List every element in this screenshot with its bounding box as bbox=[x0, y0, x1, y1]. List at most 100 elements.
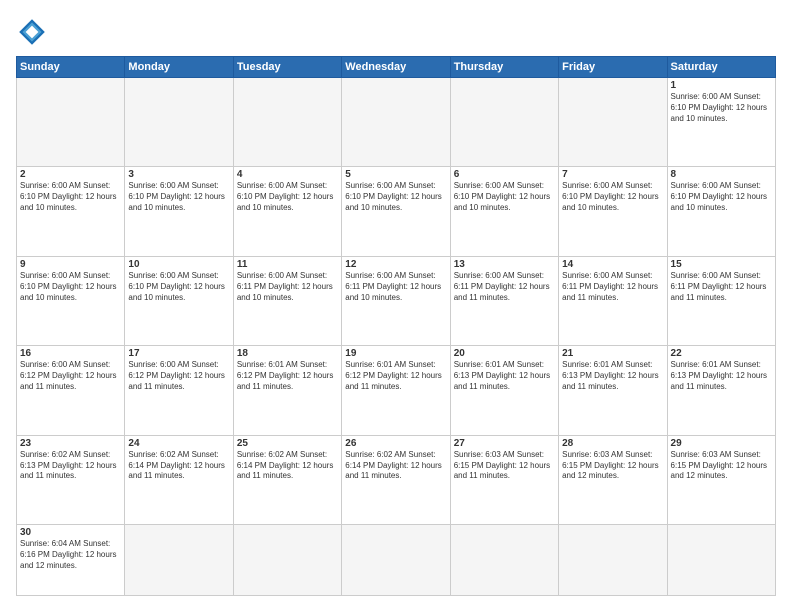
day-number: 18 bbox=[237, 348, 338, 359]
week-row-5: 23Sunrise: 6:02 AM Sunset: 6:13 PM Dayli… bbox=[17, 435, 776, 524]
day-cell: 20Sunrise: 6:01 AM Sunset: 6:13 PM Dayli… bbox=[450, 346, 558, 435]
day-info: Sunrise: 6:02 AM Sunset: 6:14 PM Dayligh… bbox=[345, 450, 446, 482]
day-info: Sunrise: 6:03 AM Sunset: 6:15 PM Dayligh… bbox=[454, 450, 555, 482]
day-number: 17 bbox=[128, 348, 229, 359]
day-cell bbox=[450, 78, 558, 167]
day-cell: 11Sunrise: 6:00 AM Sunset: 6:11 PM Dayli… bbox=[233, 256, 341, 345]
week-row-1: 1Sunrise: 6:00 AM Sunset: 6:10 PM Daylig… bbox=[17, 78, 776, 167]
day-info: Sunrise: 6:00 AM Sunset: 6:10 PM Dayligh… bbox=[671, 92, 772, 124]
day-cell: 25Sunrise: 6:02 AM Sunset: 6:14 PM Dayli… bbox=[233, 435, 341, 524]
weekday-header-tuesday: Tuesday bbox=[233, 57, 341, 78]
day-info: Sunrise: 6:01 AM Sunset: 6:13 PM Dayligh… bbox=[562, 360, 663, 392]
day-info: Sunrise: 6:03 AM Sunset: 6:15 PM Dayligh… bbox=[562, 450, 663, 482]
day-cell: 16Sunrise: 6:00 AM Sunset: 6:12 PM Dayli… bbox=[17, 346, 125, 435]
day-cell: 12Sunrise: 6:00 AM Sunset: 6:11 PM Dayli… bbox=[342, 256, 450, 345]
weekday-header-sunday: Sunday bbox=[17, 57, 125, 78]
day-info: Sunrise: 6:02 AM Sunset: 6:13 PM Dayligh… bbox=[20, 450, 121, 482]
weekday-header-row: SundayMondayTuesdayWednesdayThursdayFrid… bbox=[17, 57, 776, 78]
day-cell: 26Sunrise: 6:02 AM Sunset: 6:14 PM Dayli… bbox=[342, 435, 450, 524]
day-cell bbox=[559, 525, 667, 596]
day-number: 5 bbox=[345, 169, 446, 180]
day-cell: 5Sunrise: 6:00 AM Sunset: 6:10 PM Daylig… bbox=[342, 167, 450, 256]
weekday-header-monday: Monday bbox=[125, 57, 233, 78]
day-info: Sunrise: 6:00 AM Sunset: 6:11 PM Dayligh… bbox=[345, 271, 446, 303]
weekday-header-wednesday: Wednesday bbox=[342, 57, 450, 78]
day-cell bbox=[125, 78, 233, 167]
week-row-2: 2Sunrise: 6:00 AM Sunset: 6:10 PM Daylig… bbox=[17, 167, 776, 256]
day-info: Sunrise: 6:02 AM Sunset: 6:14 PM Dayligh… bbox=[128, 450, 229, 482]
calendar: SundayMondayTuesdayWednesdayThursdayFrid… bbox=[16, 56, 776, 596]
day-cell bbox=[125, 525, 233, 596]
day-cell: 3Sunrise: 6:00 AM Sunset: 6:10 PM Daylig… bbox=[125, 167, 233, 256]
day-number: 15 bbox=[671, 259, 772, 270]
day-cell: 14Sunrise: 6:00 AM Sunset: 6:11 PM Dayli… bbox=[559, 256, 667, 345]
week-row-4: 16Sunrise: 6:00 AM Sunset: 6:12 PM Dayli… bbox=[17, 346, 776, 435]
day-number: 27 bbox=[454, 438, 555, 449]
day-info: Sunrise: 6:00 AM Sunset: 6:10 PM Dayligh… bbox=[345, 181, 446, 213]
day-cell bbox=[667, 525, 775, 596]
day-cell: 23Sunrise: 6:02 AM Sunset: 6:13 PM Dayli… bbox=[17, 435, 125, 524]
weekday-header-thursday: Thursday bbox=[450, 57, 558, 78]
day-info: Sunrise: 6:00 AM Sunset: 6:10 PM Dayligh… bbox=[128, 181, 229, 213]
week-row-6: 30Sunrise: 6:04 AM Sunset: 6:16 PM Dayli… bbox=[17, 525, 776, 596]
day-info: Sunrise: 6:00 AM Sunset: 6:10 PM Dayligh… bbox=[20, 181, 121, 213]
day-info: Sunrise: 6:00 AM Sunset: 6:12 PM Dayligh… bbox=[20, 360, 121, 392]
day-number: 19 bbox=[345, 348, 446, 359]
day-cell: 17Sunrise: 6:00 AM Sunset: 6:12 PM Dayli… bbox=[125, 346, 233, 435]
day-cell bbox=[450, 525, 558, 596]
day-number: 28 bbox=[562, 438, 663, 449]
day-cell: 10Sunrise: 6:00 AM Sunset: 6:10 PM Dayli… bbox=[125, 256, 233, 345]
day-number: 20 bbox=[454, 348, 555, 359]
day-number: 10 bbox=[128, 259, 229, 270]
day-number: 7 bbox=[562, 169, 663, 180]
day-cell: 24Sunrise: 6:02 AM Sunset: 6:14 PM Dayli… bbox=[125, 435, 233, 524]
day-cell: 27Sunrise: 6:03 AM Sunset: 6:15 PM Dayli… bbox=[450, 435, 558, 524]
day-number: 6 bbox=[454, 169, 555, 180]
day-cell bbox=[559, 78, 667, 167]
day-cell: 21Sunrise: 6:01 AM Sunset: 6:13 PM Dayli… bbox=[559, 346, 667, 435]
day-number: 8 bbox=[671, 169, 772, 180]
day-info: Sunrise: 6:00 AM Sunset: 6:10 PM Dayligh… bbox=[237, 181, 338, 213]
day-cell: 30Sunrise: 6:04 AM Sunset: 6:16 PM Dayli… bbox=[17, 525, 125, 596]
day-number: 11 bbox=[237, 259, 338, 270]
weekday-header-friday: Friday bbox=[559, 57, 667, 78]
day-info: Sunrise: 6:00 AM Sunset: 6:11 PM Dayligh… bbox=[237, 271, 338, 303]
day-number: 2 bbox=[20, 169, 121, 180]
day-info: Sunrise: 6:00 AM Sunset: 6:10 PM Dayligh… bbox=[562, 181, 663, 213]
day-cell: 9Sunrise: 6:00 AM Sunset: 6:10 PM Daylig… bbox=[17, 256, 125, 345]
day-number: 3 bbox=[128, 169, 229, 180]
day-cell bbox=[342, 78, 450, 167]
day-info: Sunrise: 6:01 AM Sunset: 6:12 PM Dayligh… bbox=[237, 360, 338, 392]
day-cell: 1Sunrise: 6:00 AM Sunset: 6:10 PM Daylig… bbox=[667, 78, 775, 167]
day-number: 4 bbox=[237, 169, 338, 180]
day-info: Sunrise: 6:00 AM Sunset: 6:12 PM Dayligh… bbox=[128, 360, 229, 392]
day-cell: 18Sunrise: 6:01 AM Sunset: 6:12 PM Dayli… bbox=[233, 346, 341, 435]
day-cell bbox=[342, 525, 450, 596]
day-cell: 8Sunrise: 6:00 AM Sunset: 6:10 PM Daylig… bbox=[667, 167, 775, 256]
day-cell: 6Sunrise: 6:00 AM Sunset: 6:10 PM Daylig… bbox=[450, 167, 558, 256]
day-number: 14 bbox=[562, 259, 663, 270]
weekday-header-saturday: Saturday bbox=[667, 57, 775, 78]
day-info: Sunrise: 6:00 AM Sunset: 6:10 PM Dayligh… bbox=[20, 271, 121, 303]
header bbox=[16, 16, 776, 48]
day-info: Sunrise: 6:00 AM Sunset: 6:11 PM Dayligh… bbox=[454, 271, 555, 303]
day-number: 1 bbox=[671, 80, 772, 91]
day-cell bbox=[233, 525, 341, 596]
day-cell: 19Sunrise: 6:01 AM Sunset: 6:12 PM Dayli… bbox=[342, 346, 450, 435]
week-row-3: 9Sunrise: 6:00 AM Sunset: 6:10 PM Daylig… bbox=[17, 256, 776, 345]
day-info: Sunrise: 6:00 AM Sunset: 6:10 PM Dayligh… bbox=[454, 181, 555, 213]
day-info: Sunrise: 6:00 AM Sunset: 6:10 PM Dayligh… bbox=[671, 181, 772, 213]
day-number: 16 bbox=[20, 348, 121, 359]
day-number: 21 bbox=[562, 348, 663, 359]
day-info: Sunrise: 6:03 AM Sunset: 6:15 PM Dayligh… bbox=[671, 450, 772, 482]
day-cell: 2Sunrise: 6:00 AM Sunset: 6:10 PM Daylig… bbox=[17, 167, 125, 256]
page: SundayMondayTuesdayWednesdayThursdayFrid… bbox=[0, 0, 792, 612]
day-number: 26 bbox=[345, 438, 446, 449]
day-number: 24 bbox=[128, 438, 229, 449]
day-info: Sunrise: 6:02 AM Sunset: 6:14 PM Dayligh… bbox=[237, 450, 338, 482]
day-info: Sunrise: 6:01 AM Sunset: 6:13 PM Dayligh… bbox=[454, 360, 555, 392]
day-cell: 28Sunrise: 6:03 AM Sunset: 6:15 PM Dayli… bbox=[559, 435, 667, 524]
day-info: Sunrise: 6:00 AM Sunset: 6:11 PM Dayligh… bbox=[671, 271, 772, 303]
day-number: 12 bbox=[345, 259, 446, 270]
day-cell: 22Sunrise: 6:01 AM Sunset: 6:13 PM Dayli… bbox=[667, 346, 775, 435]
